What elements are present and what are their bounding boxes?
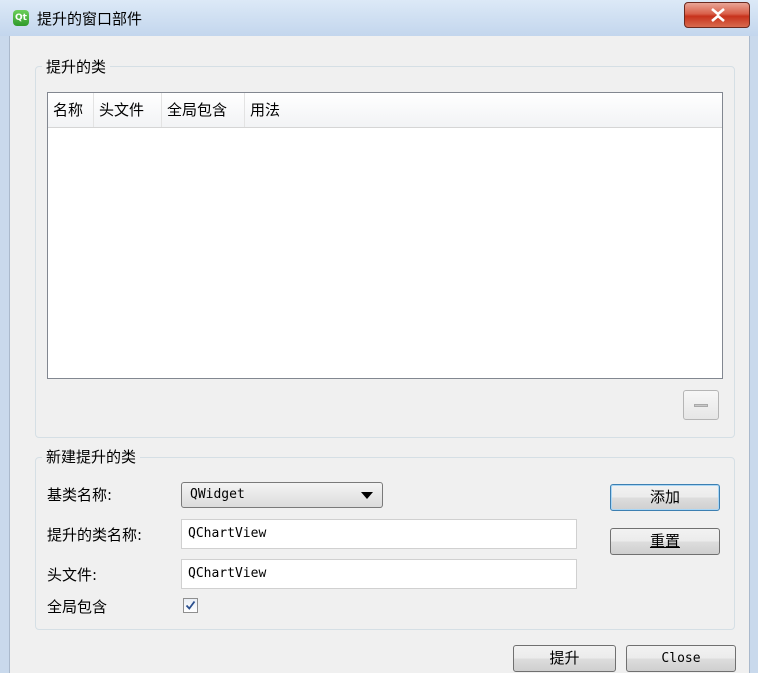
reset-button[interactable]: 重置 (610, 528, 720, 555)
promoted-classes-table[interactable]: 名称 头文件 全局包含 用法 (47, 92, 723, 379)
base-class-combobox[interactable]: QWidget (181, 482, 383, 508)
add-button[interactable]: 添加 (610, 484, 720, 511)
window-title: 提升的窗口部件 (37, 10, 143, 28)
column-header-usage[interactable]: 用法 (245, 93, 722, 127)
reset-button-label: 重置 (649, 532, 680, 550)
base-class-label: 基类名称: (47, 486, 113, 504)
dialog-client-area: 提升的类 名称 头文件 全局包含 用法 新建提升的类 基类名称: QWidget… (9, 36, 750, 673)
new-promoted-class-group-title: 新建提升的类 (42, 446, 141, 467)
promoted-class-name-label: 提升的类名称: (47, 526, 143, 544)
title-bar[interactable]: Qt 提升的窗口部件 (0, 0, 758, 36)
table-header: 名称 头文件 全局包含 用法 (48, 93, 722, 128)
qt-app-icon: Qt (13, 10, 29, 26)
close-button[interactable]: Close (626, 645, 736, 672)
promoted-classes-group-title: 提升的类 (42, 56, 111, 77)
column-header-name[interactable]: 名称 (48, 93, 94, 127)
header-file-label: 头文件: (47, 566, 98, 584)
remove-class-button[interactable] (683, 390, 719, 420)
column-header-global-include[interactable]: 全局包含 (162, 93, 245, 127)
promote-button[interactable]: 提升 (513, 645, 616, 672)
global-include-label: 全局包含 (47, 598, 108, 616)
column-header-header-file[interactable]: 头文件 (94, 93, 162, 127)
minus-icon (694, 404, 708, 407)
dialog-window: Qt 提升的窗口部件 提升的类 名称 头文件 全局包含 用法 新建提升的类 基类… (0, 0, 758, 673)
checkmark-icon (185, 600, 196, 610)
window-close-button[interactable] (684, 2, 750, 28)
header-file-input[interactable]: QChartView (181, 559, 577, 589)
promoted-class-name-input[interactable]: QChartView (181, 519, 577, 549)
close-icon (711, 8, 725, 22)
dropdown-arrow-icon (361, 492, 373, 499)
base-class-value: QWidget (190, 487, 245, 502)
global-include-checkbox[interactable] (183, 598, 198, 613)
